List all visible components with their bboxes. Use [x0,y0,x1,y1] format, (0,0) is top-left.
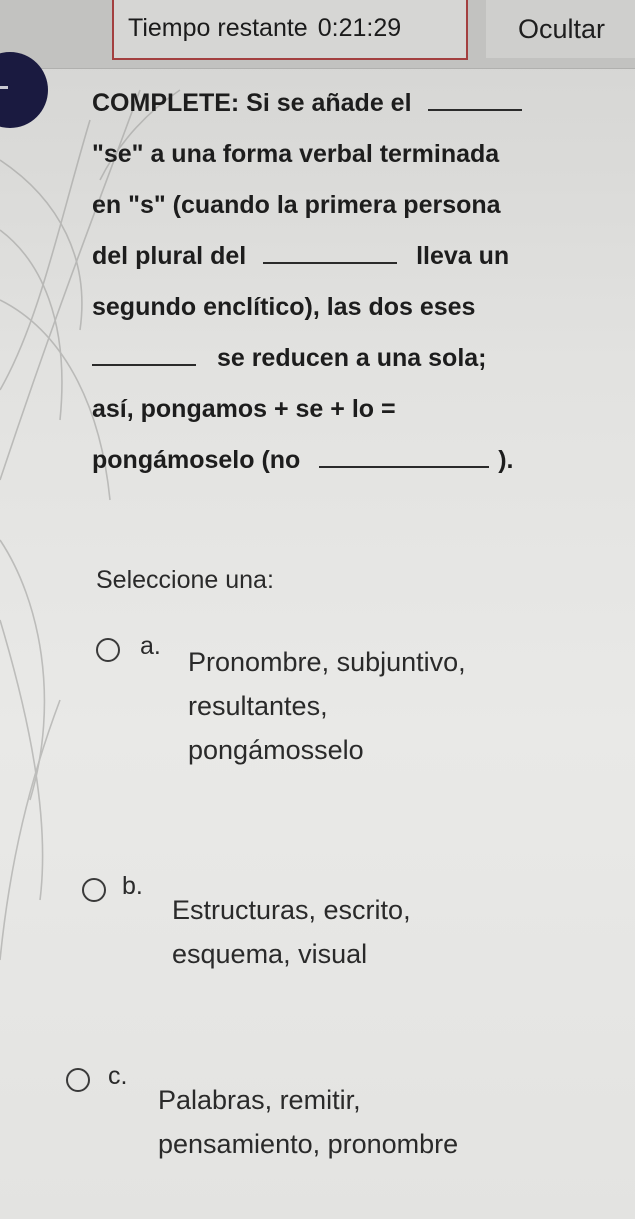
option-c-text: Palabras, remitir, pensamiento, pronombr… [158,1085,459,1159]
question-line: segundo enclítico), las dos eses [92,293,476,321]
hide-timer-button[interactable]: Ocultar [486,0,635,58]
option-c-letter: c. [108,1062,128,1090]
option-b[interactable]: b. Estructuras, escrito, esquema, visual [82,872,602,982]
answer-blank-1 [428,83,523,111]
badge-mark-icon [0,86,8,89]
option-c[interactable]: c. Palabras, remitir, pensamiento, prono… [66,1062,606,1182]
quiz-header-bar: Tiempo restante 0:21:29 Ocultar [0,0,635,69]
time-remaining-box: Tiempo restante 0:21:29 [112,0,468,60]
option-a[interactable]: a. Pronombre, subjuntivo, resultantes, p… [96,630,616,780]
question-line: en "s" (cuando la primera persona [92,191,501,219]
option-a-text: Pronombre, subjuntivo, resultantes, pong… [188,647,466,765]
option-b-letter: b. [122,872,143,900]
option-b-text: Estructuras, escrito, esquema, visual [172,895,411,969]
answer-blank-3 [92,338,196,366]
question-line: se reducen a una sola; [92,333,612,384]
answer-blank-4 [319,440,490,468]
question-line: así, pongamos + se + lo = [92,395,396,423]
select-one-prompt: Seleccione una: [96,566,274,594]
option-a-letter: a. [140,632,161,660]
question-text: COMPLETE: Si se añade el "se" a una form… [92,78,612,486]
answer-blank-2 [263,236,398,264]
question-line: pongámoselo (no ). [92,435,612,486]
question-line: "se" a una forma verbal terminada [92,140,500,168]
option-b-radio[interactable] [82,878,106,902]
question-line: COMPLETE: Si se añade el [92,78,612,129]
option-c-radio[interactable] [66,1068,90,1092]
timer-value: 0:21:29 [317,13,402,42]
timer-label: Tiempo restante [128,13,308,42]
question-line: del plural del lleva un [92,231,612,282]
option-a-radio[interactable] [96,638,120,662]
